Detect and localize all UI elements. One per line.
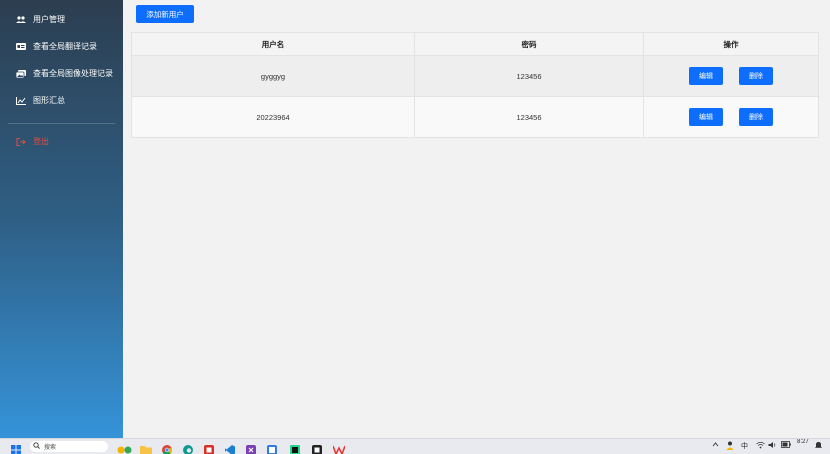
sidebar-item-label: 图形汇总 — [33, 95, 65, 106]
table-row: 20223964 123456 编辑删除 — [132, 97, 819, 138]
table-header-row: 用户名 密码 操作 — [132, 33, 819, 56]
images-icon — [16, 70, 27, 78]
file-explorer-icon[interactable] — [140, 442, 152, 452]
chrome-icon[interactable] — [162, 442, 172, 452]
speaker-icon[interactable] — [768, 441, 777, 451]
terminal-icon[interactable] — [312, 442, 322, 452]
ime-indicator[interactable]: 中 — [741, 441, 748, 451]
taskbar: 搜索 中 8:27 — [0, 438, 830, 454]
pycharm-icon[interactable] — [290, 442, 300, 452]
password-cell: 123456 — [415, 97, 644, 138]
sidebar-item-chart-summary[interactable]: 图形汇总 — [0, 87, 123, 114]
column-header-actions: 操作 — [644, 33, 819, 56]
sidebar-divider — [8, 123, 115, 124]
visual-studio-icon[interactable] — [246, 442, 256, 452]
app-red-icon[interactable] — [204, 442, 214, 452]
delete-button[interactable]: 删除 — [739, 67, 773, 85]
delete-button[interactable]: 删除 — [739, 108, 773, 126]
search-placeholder: 搜索 — [44, 442, 56, 451]
column-header-password: 密码 — [415, 33, 644, 56]
id-card-icon — [16, 43, 27, 50]
vscode-icon[interactable] — [225, 442, 235, 452]
username-cell: 20223964 — [132, 97, 415, 138]
sidebar-item-label: 查看全局图像处理记录 — [33, 68, 113, 79]
table-row: gyggyg 123456 编辑删除 — [132, 56, 819, 97]
taskbar-search[interactable]: 搜索 — [30, 441, 108, 452]
logout-label: 登出 — [33, 136, 49, 147]
sidebar-item-user-management[interactable]: 用户管理 — [0, 6, 123, 33]
sidebar-item-label: 用户管理 — [33, 14, 65, 25]
battery-icon[interactable] — [781, 441, 791, 450]
search-icon — [33, 442, 40, 451]
add-user-button[interactable]: 添加新用户 — [136, 5, 194, 23]
sign-out-icon — [16, 138, 27, 146]
sidebar-item-translation-records[interactable]: 查看全局翻译记录 — [0, 33, 123, 60]
password-cell: 123456 — [415, 56, 644, 97]
sidebar-item-image-records[interactable]: 查看全局图像处理记录 — [0, 60, 123, 87]
wps-icon[interactable] — [333, 442, 345, 452]
sidebar: 用户管理 查看全局翻译记录 查看全局图像处理记录 图形汇总 登出 — [0, 0, 123, 438]
main-content: 添加新用户 用户名 密码 操作 gyggyg 123456 编辑删除 20223… — [123, 0, 830, 438]
edit-button[interactable]: 编辑 — [689, 108, 723, 126]
windows-app-icon[interactable] — [267, 442, 277, 452]
column-header-username: 用户名 — [132, 33, 415, 56]
edge-icon[interactable] — [183, 442, 193, 452]
taskbar-clock[interactable]: 8:27 — [797, 439, 809, 445]
users-icon — [16, 16, 27, 24]
wifi-icon[interactable] — [756, 441, 765, 451]
notification-bell-icon[interactable] — [815, 441, 822, 451]
logout-button[interactable]: 登出 — [0, 128, 123, 155]
tray-chevron-up-icon[interactable] — [712, 441, 719, 450]
widgets-icon[interactable] — [116, 442, 134, 452]
line-chart-icon — [16, 97, 27, 105]
users-table: 用户名 密码 操作 gyggyg 123456 编辑删除 20223964 12… — [131, 32, 819, 138]
username-cell: gyggyg — [132, 56, 415, 97]
tray-person-icon[interactable] — [726, 441, 734, 452]
edit-button[interactable]: 编辑 — [689, 67, 723, 85]
actions-cell: 编辑删除 — [644, 97, 819, 138]
actions-cell: 编辑删除 — [644, 56, 819, 97]
sidebar-item-label: 查看全局翻译记录 — [33, 41, 97, 52]
windows-start-icon[interactable] — [11, 442, 21, 452]
